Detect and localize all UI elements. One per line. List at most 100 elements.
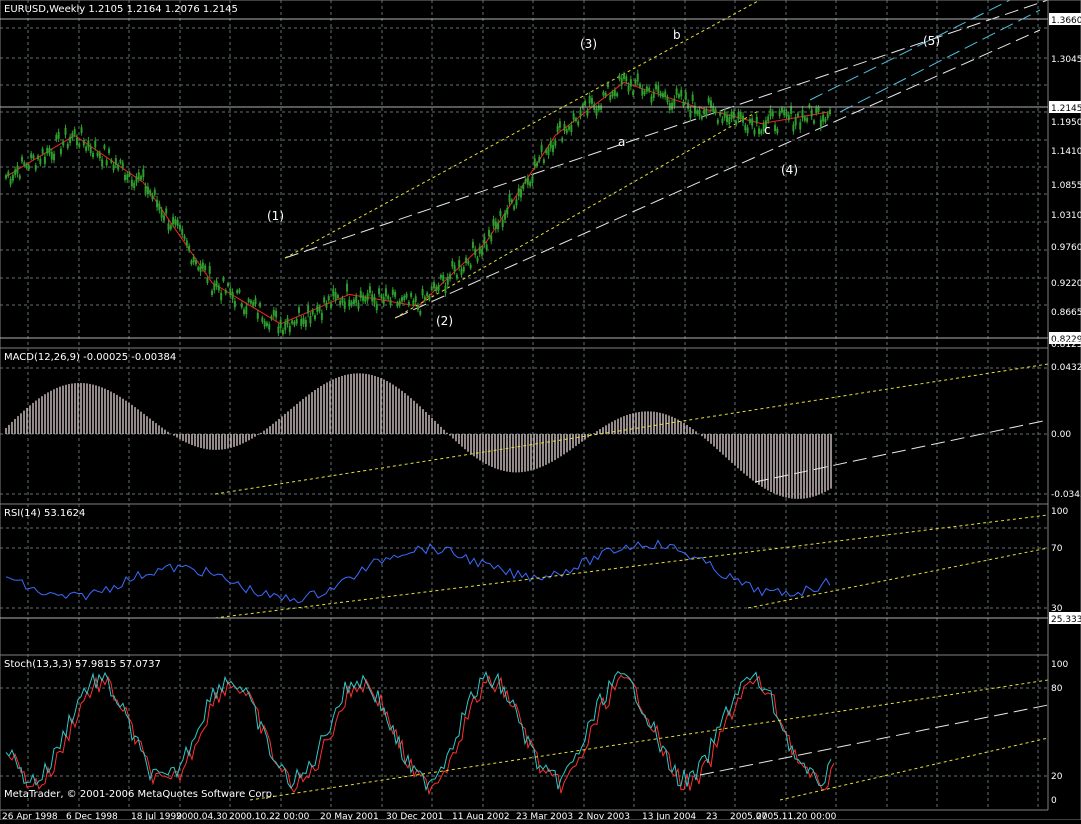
candle-body xyxy=(568,126,571,130)
candle-body xyxy=(643,91,646,95)
macd-tick-label: 0.00 xyxy=(1051,430,1071,440)
candle-body xyxy=(9,179,12,185)
candle-body xyxy=(822,114,825,122)
candle-body xyxy=(277,326,280,334)
price-tick-label: 1.0310 xyxy=(1051,211,1081,221)
candle-body xyxy=(117,164,120,170)
candle-body xyxy=(375,303,378,311)
candle-body xyxy=(343,301,346,309)
candle-body xyxy=(829,109,831,115)
candle-body xyxy=(487,229,490,237)
candle-body xyxy=(334,291,337,300)
candle-body xyxy=(455,274,458,279)
candle-body xyxy=(627,85,630,92)
candle-body xyxy=(687,102,690,109)
candle-body xyxy=(389,299,392,306)
candle-body xyxy=(471,241,474,249)
candle-body xyxy=(197,266,200,271)
candle-body xyxy=(85,146,88,151)
candle-body xyxy=(728,117,731,125)
wave-labels: (1) (2) (3) (4) (5) a b c xyxy=(267,28,940,328)
level-box-label: 1.3660 xyxy=(1051,16,1081,26)
rsi-trend xyxy=(747,547,1049,609)
candle-body xyxy=(364,297,367,302)
stoch-tick-label: 20 xyxy=(1051,772,1063,782)
candle-body xyxy=(618,75,621,80)
candle-body xyxy=(121,162,124,168)
candle-body xyxy=(82,140,85,146)
grid xyxy=(0,0,1048,810)
candle-body xyxy=(634,80,637,84)
candle-body xyxy=(41,148,44,154)
candle-body xyxy=(650,96,653,103)
candle-body xyxy=(69,136,72,143)
candle-body xyxy=(414,296,417,302)
candle-body xyxy=(666,97,669,103)
candle-body xyxy=(327,296,330,301)
candle-body xyxy=(826,113,829,119)
candle-body xyxy=(323,297,326,303)
indicators xyxy=(5,363,1049,801)
candle-body xyxy=(629,79,632,87)
candle-body xyxy=(291,320,294,324)
candle-body xyxy=(758,128,761,135)
candle-body xyxy=(281,329,284,335)
candle-body xyxy=(215,280,218,287)
elliott-wave-lines xyxy=(5,81,831,325)
candle-body xyxy=(748,118,751,123)
candle-body xyxy=(46,147,49,154)
candle-body xyxy=(176,219,179,226)
candle-body xyxy=(497,222,500,230)
candle-body xyxy=(412,300,415,305)
price-tick-label: 1.1950 xyxy=(1051,118,1081,128)
channel-line-yellow xyxy=(394,109,761,319)
candle-body xyxy=(316,305,319,312)
candle-body xyxy=(561,138,564,142)
candle-body xyxy=(188,245,191,251)
candle-body xyxy=(806,118,809,122)
candle-body xyxy=(513,205,516,210)
candle-body xyxy=(810,109,813,117)
candle-body xyxy=(275,310,278,318)
candle-body xyxy=(796,113,799,117)
candle-body xyxy=(144,185,147,193)
candle-body xyxy=(178,224,181,230)
wave-label: (5) xyxy=(923,34,940,48)
wave-label: (4) xyxy=(781,163,798,177)
chart-window: EURUSD,Weekly 1.2105 1.2164 1.2076 1.214… xyxy=(0,0,1081,822)
candle-body xyxy=(407,301,410,306)
candle-body xyxy=(75,137,78,146)
candle-body xyxy=(341,298,344,303)
candle-body xyxy=(236,290,239,294)
candle-body xyxy=(602,91,605,96)
candle-body xyxy=(632,91,635,96)
candle-body xyxy=(636,73,639,82)
candle-body xyxy=(446,276,449,285)
candle-body xyxy=(101,159,104,167)
candle-body xyxy=(43,156,46,164)
candle-body xyxy=(677,94,680,98)
candle-body xyxy=(181,228,184,235)
candle-body xyxy=(400,297,403,302)
candle-body xyxy=(746,127,749,134)
candle-body xyxy=(730,112,733,119)
stoch-tick-label: 100 xyxy=(1051,660,1068,670)
rsi-trend xyxy=(214,514,1049,619)
candle-body xyxy=(23,162,26,166)
candle-body xyxy=(595,108,598,116)
rsi-current-label: 25.3333 xyxy=(1051,615,1081,625)
price-tick-label: 1.1410 xyxy=(1051,147,1081,157)
candle-body xyxy=(490,235,493,242)
candle-body xyxy=(16,165,19,174)
candle-body xyxy=(792,124,795,132)
time-tick-label: 23 xyxy=(706,812,717,820)
candle-body xyxy=(783,109,786,116)
candle-body xyxy=(751,118,754,126)
time-tick-label: 6 Dec 1998 xyxy=(66,812,118,820)
candle-body xyxy=(590,97,593,104)
candle-body xyxy=(59,148,62,155)
candle-body xyxy=(417,305,419,310)
candle-body xyxy=(705,109,708,116)
candle-body xyxy=(520,189,522,198)
candle-body xyxy=(661,93,664,98)
